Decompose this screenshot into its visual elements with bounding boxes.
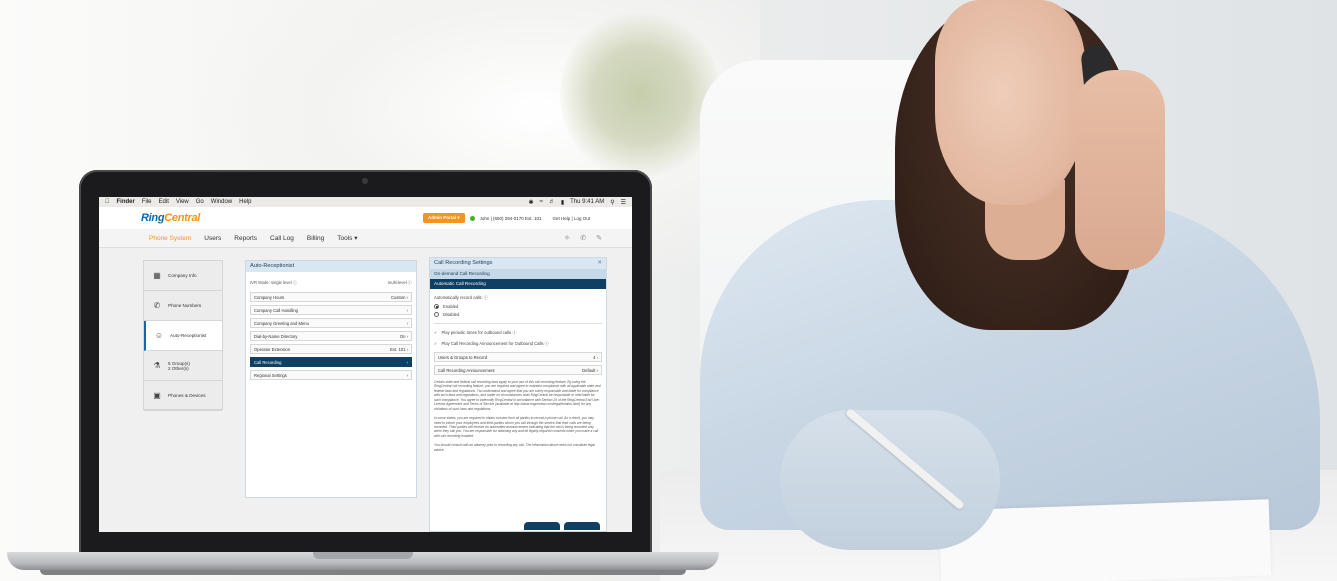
ar-row-company-hours[interactable]: Company Hours Custom › xyxy=(250,292,412,302)
woman-hand xyxy=(1075,70,1165,270)
building-icon: ▦ xyxy=(153,271,161,280)
tab-users[interactable]: Users xyxy=(204,235,221,242)
notification-list-icon[interactable]: ☰ xyxy=(621,199,626,206)
radio-disabled[interactable]: Disabled xyxy=(434,312,602,317)
radio-enabled[interactable]: Enabled xyxy=(434,304,602,309)
menu-edit[interactable]: Edit xyxy=(159,199,169,205)
checkmark-icon: ✓ xyxy=(434,341,438,346)
bluetooth-icon[interactable]: ✱ xyxy=(529,199,534,206)
auto-receptionist-panel: Auto-Receptionist IVR Mode: single level… xyxy=(245,260,417,498)
auto-record-label: Automatically record calls: ⓘ xyxy=(434,295,488,300)
tab-tools[interactable]: Tools ▾ xyxy=(337,234,357,242)
message-icon[interactable]: ✎ xyxy=(596,234,602,242)
menu-window[interactable]: Window xyxy=(211,199,232,205)
checkmark-icon: ✓ xyxy=(434,330,438,335)
menu-file[interactable]: File xyxy=(142,199,152,205)
laptop-base xyxy=(7,552,719,570)
laptop-bottom-edge xyxy=(40,570,686,575)
receptionist-icon: ☺ xyxy=(154,331,164,340)
help-logout-links[interactable]: Get Help | Log Out xyxy=(553,216,590,221)
cr-title-bar: Call Recording Settings ✕ xyxy=(430,258,606,269)
presence-status-icon[interactable] xyxy=(469,215,475,221)
tab-call-log[interactable]: Call Log xyxy=(270,235,294,242)
laptop-lid:  Finder File Edit View Go Window Help ✱… xyxy=(79,170,652,555)
ivr-mode-toggle[interactable]: IVR Mode: single level ⓘ multi-level ⓘ xyxy=(246,272,416,289)
users-groups-to-record-row[interactable]: Users & Groups to Record 4 › xyxy=(434,352,602,362)
sidebar-item-groups[interactable]: ⚗ 5 Group(s) 2 Other(s) xyxy=(144,351,222,381)
wifi-icon[interactable]: ≈ xyxy=(540,199,543,205)
ar-row-call-recording[interactable]: Call Recording › xyxy=(250,357,412,367)
cr-footer-buttons xyxy=(524,522,600,530)
menu-view[interactable]: View xyxy=(176,199,189,205)
tab-phone-system[interactable]: Phone System xyxy=(149,235,191,242)
content-area: ▦ Company Info ✆ Phone Numbers ☺ Auto-Re… xyxy=(99,248,632,532)
close-icon[interactable]: ✕ xyxy=(597,260,602,267)
main-nav: Phone System Users Reports Call Log Bill… xyxy=(99,229,632,248)
phone-system-sidebar: ▦ Company Info ✆ Phone Numbers ☺ Auto-Re… xyxy=(143,260,223,411)
menu-help[interactable]: Help xyxy=(239,199,251,205)
ringcentral-logo[interactable]: RingCentral xyxy=(141,212,200,224)
ar-row-greeting-menu[interactable]: Company Greeting and Menu › xyxy=(250,318,412,328)
laptop-notch xyxy=(313,552,413,559)
cancel-button[interactable] xyxy=(524,522,560,530)
sidebar-item-company-info[interactable]: ▦ Company Info xyxy=(144,261,222,291)
spotlight-search-icon[interactable]: ⚲ xyxy=(610,199,614,206)
volume-icon[interactable]: ♬ xyxy=(549,199,555,205)
checkbox-periodic-tones[interactable]: ✓ Play periodic tones for outbound calls … xyxy=(434,330,602,336)
ar-row-operator-extension[interactable]: Operator Extension Ext. 101 › xyxy=(250,344,412,354)
legal-text-1: Certain state and federal call recording… xyxy=(434,380,601,411)
device-icon: ▣ xyxy=(153,391,161,400)
battery-icon[interactable]: ▮ xyxy=(561,199,564,206)
ar-row-dial-by-name[interactable]: Dial-by-Name Directory On › xyxy=(250,331,412,341)
checkbox-announcement-outbound[interactable]: ✓ Play Call Recording Announcement for Ou… xyxy=(434,341,602,347)
legal-text-3: You should consult with an attorney prio… xyxy=(434,443,595,452)
ar-row-company-call-handling[interactable]: Company Call Handling › xyxy=(250,305,412,315)
on-demand-recording-tab[interactable]: On-demand Call Recording xyxy=(430,269,606,279)
phone-icon: ✆ xyxy=(153,301,161,310)
camera-icon xyxy=(362,178,368,184)
woman-face xyxy=(935,0,1085,205)
sidebar-item-auto-receptionist[interactable]: ☺ Auto-Receptionist xyxy=(144,321,222,351)
ar-row-regional-settings[interactable]: Regional Settings › xyxy=(250,370,412,380)
call-recording-settings-panel: Call Recording Settings ✕ On-demand Call… xyxy=(429,257,607,532)
user-info[interactable]: John | (650) 294-0170 Ext. 101 xyxy=(480,216,542,221)
background-plant xyxy=(560,10,720,180)
apple-menu-icon[interactable]:  xyxy=(105,199,110,205)
sidebar-item-phones-devices[interactable]: ▣ Phones & Devices xyxy=(144,381,222,411)
menubar-clock[interactable]: Thu 9:41 AM xyxy=(570,199,604,205)
admin-portal-button[interactable]: Admin Portal ▾ xyxy=(423,213,465,223)
sidebar-item-phone-numbers[interactable]: ✆ Phone Numbers xyxy=(144,291,222,321)
save-button[interactable] xyxy=(564,522,600,530)
panel-title: Auto-Receptionist xyxy=(246,261,416,272)
network-icon[interactable]: ⚛ xyxy=(564,234,570,242)
app-header: RingCentral Admin Portal ▾ John | (650) … xyxy=(99,207,632,229)
laptop-screen:  Finder File Edit View Go Window Help ✱… xyxy=(99,197,632,532)
legal-text-2: In some states, you are required to obta… xyxy=(434,416,599,438)
menu-finder[interactable]: Finder xyxy=(117,199,135,205)
mac-menubar:  Finder File Edit View Go Window Help ✱… xyxy=(99,197,632,207)
woman-arm xyxy=(780,410,1000,550)
group-icon: ⚗ xyxy=(153,361,161,370)
divider xyxy=(434,323,602,324)
tab-reports[interactable]: Reports xyxy=(234,235,257,242)
automatic-recording-tab[interactable]: Automatic Call Recording xyxy=(430,279,606,289)
phone-call-icon[interactable]: ✆ xyxy=(580,234,586,242)
recording-announcement-row[interactable]: Call Recording Announcement Default › xyxy=(434,365,602,375)
menu-go[interactable]: Go xyxy=(196,199,204,205)
tab-billing[interactable]: Billing xyxy=(307,235,324,242)
